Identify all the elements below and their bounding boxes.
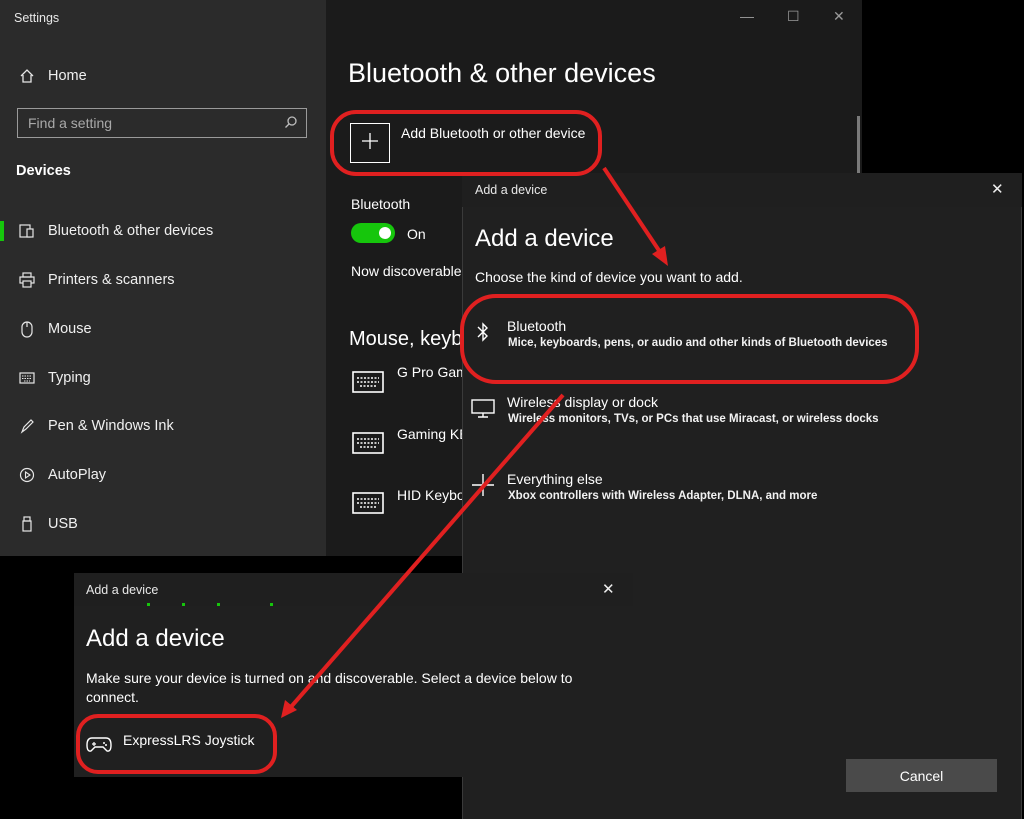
highlight-bluetooth-option [460, 294, 919, 384]
annotation-overlay [76, 110, 919, 774]
highlight-device-item [76, 714, 277, 774]
arrow-1 [602, 166, 664, 257]
highlight-add-device [330, 110, 602, 176]
arrow-2 [288, 393, 565, 710]
